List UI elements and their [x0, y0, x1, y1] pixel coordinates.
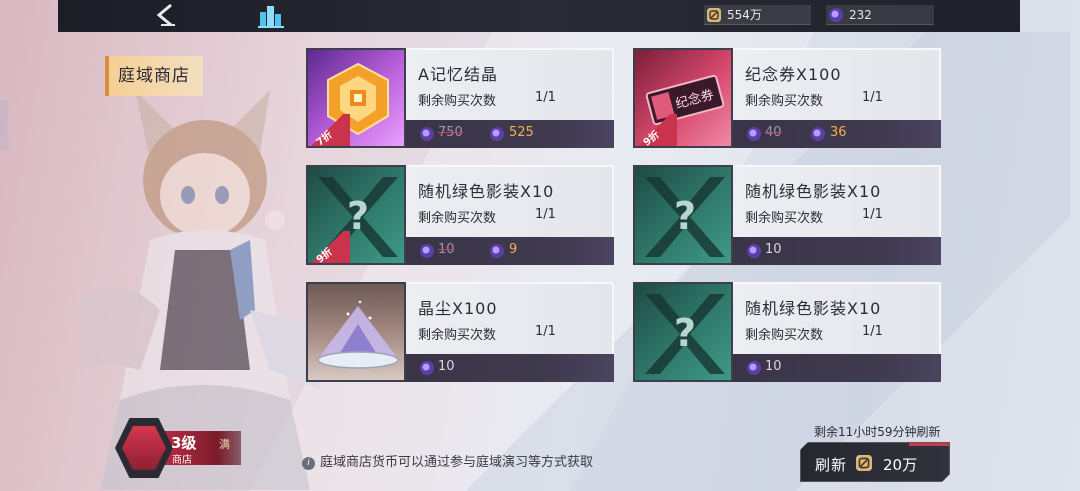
- level-text: 3级: [171, 434, 197, 452]
- currency-hint: i 庭域商店货币可以通过参与庭域演习等方式获取: [302, 451, 593, 470]
- gem-icon: [747, 361, 761, 375]
- home-button[interactable]: [258, 4, 284, 28]
- refresh-label: 刷新: [815, 456, 848, 474]
- price-bar: 10 9: [406, 237, 614, 265]
- remaining-label: 剩余购买次数: [418, 94, 497, 109]
- shop-item-card[interactable]: ? 随机绿色影装X10 剩余购买次数 1/1 10: [633, 165, 941, 265]
- shop-item-card[interactable]: 7折 A记忆结晶 剩余购买次数 1/1 750 525: [306, 48, 614, 148]
- original-price: 40: [765, 125, 782, 140]
- item-name: 随机绿色影装X10: [745, 299, 882, 318]
- item-thumbnail: [306, 282, 406, 382]
- remaining-count: 1/1: [535, 90, 556, 105]
- mystery-box-icon: ?: [645, 177, 725, 257]
- item-price: 10: [765, 242, 782, 257]
- back-button[interactable]: [152, 2, 180, 28]
- remaining-count: 1/1: [535, 324, 556, 339]
- item-thumbnail: 7折: [306, 48, 406, 148]
- remaining-count: 1/1: [862, 207, 883, 222]
- item-info: 随机绿色影装X10 剩余购买次数 1/1 10 9: [406, 165, 614, 265]
- gem-icon: [747, 127, 761, 141]
- remaining-label: 剩余购买次数: [745, 94, 824, 109]
- price-bar: 10: [733, 354, 941, 382]
- svg-text:?: ?: [674, 194, 696, 238]
- gem-icon: [420, 361, 434, 375]
- gem-value: 232: [849, 8, 872, 22]
- refresh-button[interactable]: 刷新 20万: [800, 442, 950, 482]
- price-bar: 10: [406, 354, 614, 382]
- level-max: 满: [219, 438, 230, 451]
- gem-icon: [490, 127, 504, 141]
- item-name: 纪念券X100: [745, 65, 842, 84]
- item-price: 10: [438, 359, 455, 374]
- refresh-timer: 剩余11小时59分钟刷新: [814, 425, 941, 439]
- left-edge-tab: [0, 100, 8, 150]
- svg-text:?: ?: [674, 311, 696, 355]
- shop-coin-icon: [707, 8, 721, 22]
- price-bar: 750 525: [406, 120, 614, 148]
- gem-icon: [829, 8, 843, 22]
- original-price: 750: [438, 125, 463, 140]
- item-name: 随机绿色影装X10: [745, 182, 882, 201]
- gem-icon: [420, 127, 434, 141]
- remaining-count: 1/1: [862, 90, 883, 105]
- price-bar: 40 36: [733, 120, 941, 148]
- remaining-label: 剩余购买次数: [418, 211, 497, 226]
- discount-badge: 7折: [308, 114, 350, 146]
- item-info: 纪念券X100 剩余购买次数 1/1 40 36: [733, 48, 941, 148]
- item-thumbnail: ?: [633, 165, 733, 265]
- item-name: A记忆结晶: [418, 65, 498, 84]
- item-thumbnail: ?: [633, 282, 733, 382]
- top-bar: 554万 232: [58, 0, 1020, 32]
- discount-price: 36: [830, 125, 847, 140]
- item-thumbnail: 纪念券 9折: [633, 48, 733, 148]
- level-subtext: 商店: [172, 455, 192, 466]
- shop-title: 庭域商店: [105, 56, 203, 96]
- item-info: 随机绿色影装X10 剩余购买次数 1/1 10: [733, 282, 941, 382]
- discount-badge: 9折: [308, 231, 350, 263]
- gem-counter: 232: [826, 5, 934, 25]
- shop-item-card[interactable]: ? 9折 随机绿色影装X10 剩余购买次数 1/1 10 9: [306, 165, 614, 265]
- item-info: 晶尘X100 剩余购买次数 1/1 10: [406, 282, 614, 382]
- crystal-dust-icon: [317, 300, 399, 369]
- shop-item-card[interactable]: 纪念券 9折 纪念券X100 剩余购买次数 1/1 40 36: [633, 48, 941, 148]
- price-bar: 10: [733, 237, 941, 265]
- item-name: 随机绿色影装X10: [418, 182, 555, 201]
- item-price: 10: [765, 359, 782, 374]
- remaining-count: 1/1: [862, 324, 883, 339]
- discount-price: 9: [509, 242, 518, 257]
- city-icon: [258, 6, 284, 28]
- item-thumbnail: ? 9折: [306, 165, 406, 265]
- coin-counter: 554万: [704, 5, 811, 25]
- remaining-count: 1/1: [535, 207, 556, 222]
- gem-icon: [811, 127, 825, 141]
- shop-coin-icon: [856, 455, 872, 471]
- shop-item-card[interactable]: 晶尘X100 剩余购买次数 1/1 10: [306, 282, 614, 382]
- shop-level-badge[interactable]: 3级 商店 满: [115, 418, 245, 478]
- shop-item-card[interactable]: ? 随机绿色影装X10 剩余购买次数 1/1 10: [633, 282, 941, 382]
- info-icon: i: [302, 457, 315, 470]
- item-info: 随机绿色影装X10 剩余购买次数 1/1 10: [733, 165, 941, 265]
- chevron-left-icon: [156, 3, 175, 27]
- remaining-label: 剩余购买次数: [418, 328, 497, 343]
- gem-icon: [747, 244, 761, 258]
- refresh-accent: [909, 443, 949, 446]
- remaining-label: 剩余购买次数: [745, 211, 824, 226]
- item-info: A记忆结晶 剩余购买次数 1/1 750 525: [406, 48, 614, 148]
- gem-icon: [490, 244, 504, 258]
- item-name: 晶尘X100: [418, 299, 498, 318]
- hint-text: 庭域商店货币可以通过参与庭域演习等方式获取: [320, 455, 594, 470]
- original-price: 10: [438, 242, 455, 257]
- refresh-cost: 20万: [883, 456, 918, 474]
- svg-text:?: ?: [347, 194, 369, 238]
- discount-price: 525: [509, 125, 534, 140]
- gem-icon: [420, 244, 434, 258]
- mystery-box-icon: ?: [645, 294, 725, 374]
- discount-badge: 9折: [635, 114, 677, 146]
- remaining-label: 剩余购买次数: [745, 328, 824, 343]
- coin-value: 554万: [727, 8, 762, 22]
